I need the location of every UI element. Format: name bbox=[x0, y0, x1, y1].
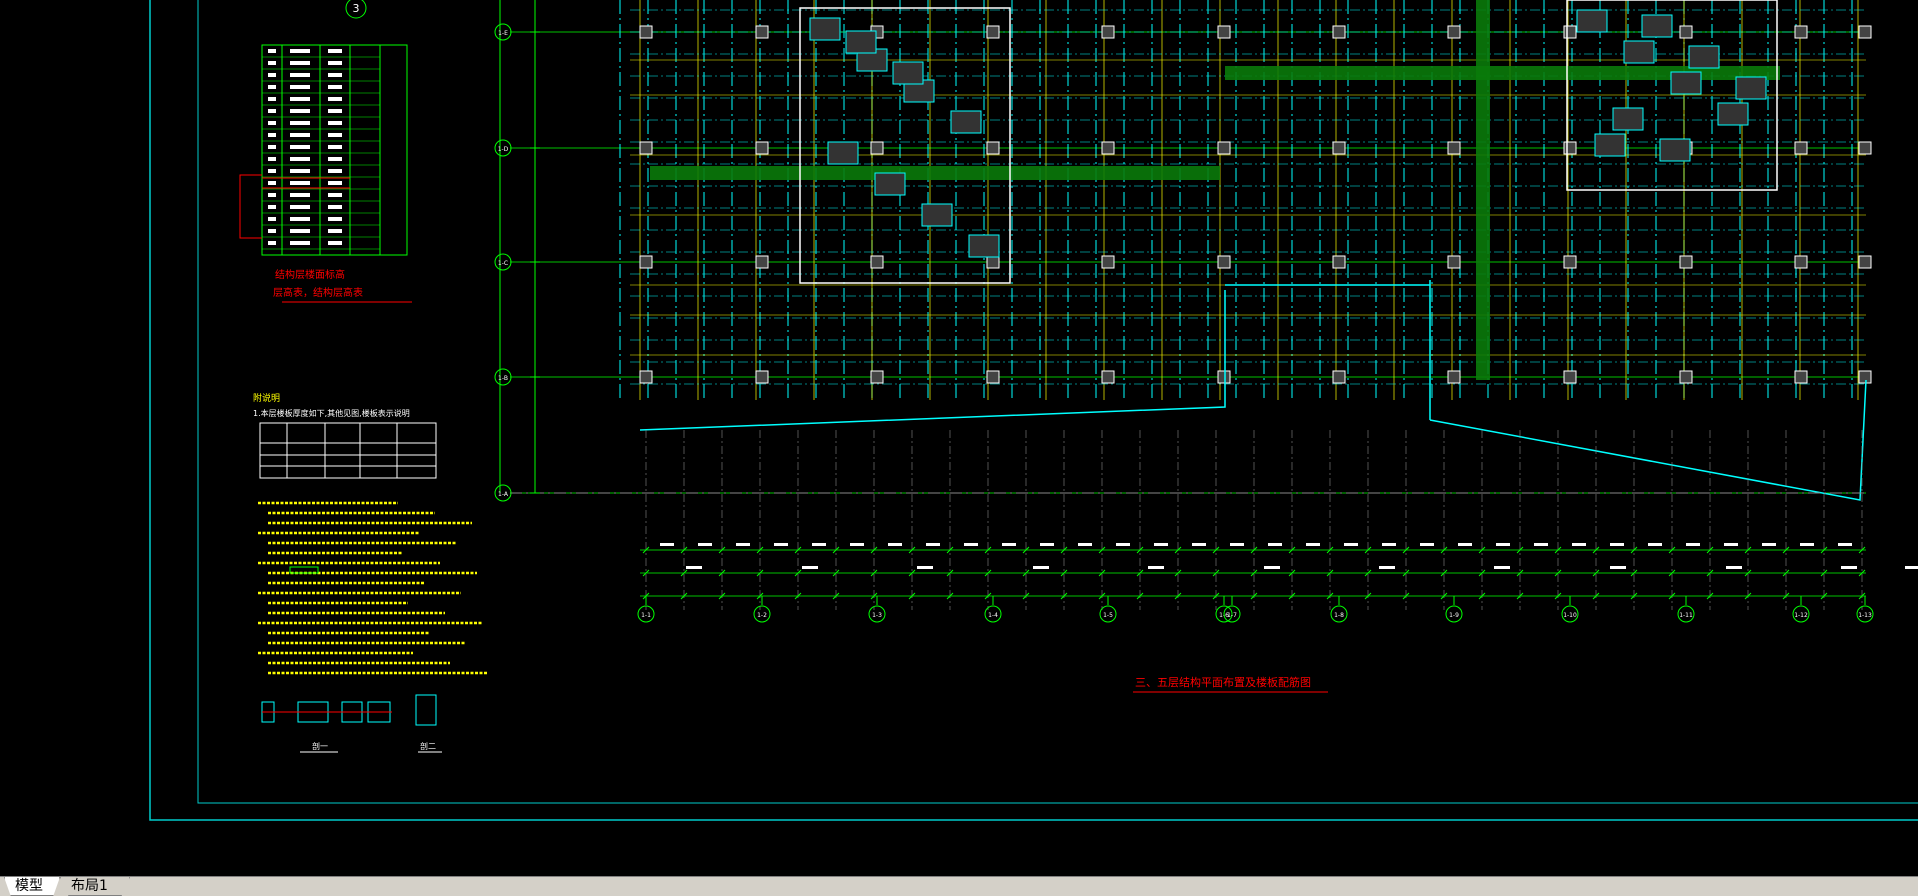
table-title-marker-text: 3 bbox=[353, 2, 360, 15]
legend-subtitle: 层高表，结构层高表 bbox=[273, 286, 363, 299]
axis-bubble-label: 1-8 bbox=[1334, 612, 1344, 619]
outer-frame bbox=[149, 0, 1918, 821]
axis-bubble-label: 1-E bbox=[498, 30, 508, 37]
axis-bubble-label: 1-C bbox=[498, 260, 508, 267]
axis-bubble-label: 1-2 bbox=[757, 612, 767, 619]
tab-layout1[interactable]: 布局1 bbox=[60, 877, 130, 896]
axis-bubble-label: 1-4 bbox=[988, 612, 998, 619]
axis-bubble-label: 1-13 bbox=[1858, 612, 1872, 619]
axis-bubble-label: 1-A bbox=[498, 491, 509, 498]
tab-model[interactable]: 模型 bbox=[4, 877, 60, 896]
axis-bubble-label: 1-B bbox=[498, 375, 508, 382]
slab-legend-table bbox=[259, 422, 437, 479]
axis-bubble-label: 1-9 bbox=[1449, 612, 1459, 619]
axis-bubble-label: 1-12 bbox=[1794, 612, 1808, 619]
cad-drawing: 3 结构层楼面标高 层高表，结构层高表 附说明 1.本层楼板厚度如下,其他见图,… bbox=[149, 0, 1918, 821]
legend-title: 结构层楼面标高 bbox=[275, 268, 345, 281]
level-table bbox=[239, 44, 408, 256]
axis-bubble-label: 1-D bbox=[498, 146, 509, 153]
floor-plan bbox=[499, 0, 1918, 610]
axis-bubble-label: 1-5 bbox=[1103, 612, 1113, 619]
notes-text-lines bbox=[258, 501, 487, 675]
axis-bubble-label: 1-3 bbox=[872, 612, 882, 619]
notes-line1: 1.本层楼板厚度如下,其他见图,楼板表示说明 bbox=[253, 408, 410, 418]
axis-bubble-label: 1-7 bbox=[1227, 612, 1237, 619]
detail-label-2: 剖二 bbox=[420, 741, 436, 751]
layout-tab-bar: 模型 布局1 bbox=[0, 876, 1918, 896]
detail-label-1: 剖一 bbox=[312, 741, 328, 751]
notes-title: 附说明 bbox=[253, 392, 280, 404]
section-details bbox=[261, 694, 442, 753]
axis-bubble-label: 1-1 bbox=[641, 612, 651, 619]
axis-bubble-label: 1-11 bbox=[1679, 612, 1693, 619]
axis-labels-left: 1-E 1-D 1-C 1-B 1-A bbox=[494, 23, 512, 502]
cad-drawing-canvas[interactable]: 3 结构层楼面标高 层高表，结构层高表 附说明 1.本层楼板厚度如下,其他见图,… bbox=[0, 0, 1918, 876]
axis-bubble-label: 1-10 bbox=[1563, 612, 1577, 619]
inner-frame bbox=[197, 0, 1918, 804]
axis-labels-bottom: 1-1 1-2 1-3 1-4 1-5 1-61-7 1-8 1-9 1-10 1-11 1-12 1… bbox=[637, 596, 1874, 623]
plan-caption: 三、五层结构平面布置及楼板配筋图 bbox=[1135, 675, 1311, 689]
